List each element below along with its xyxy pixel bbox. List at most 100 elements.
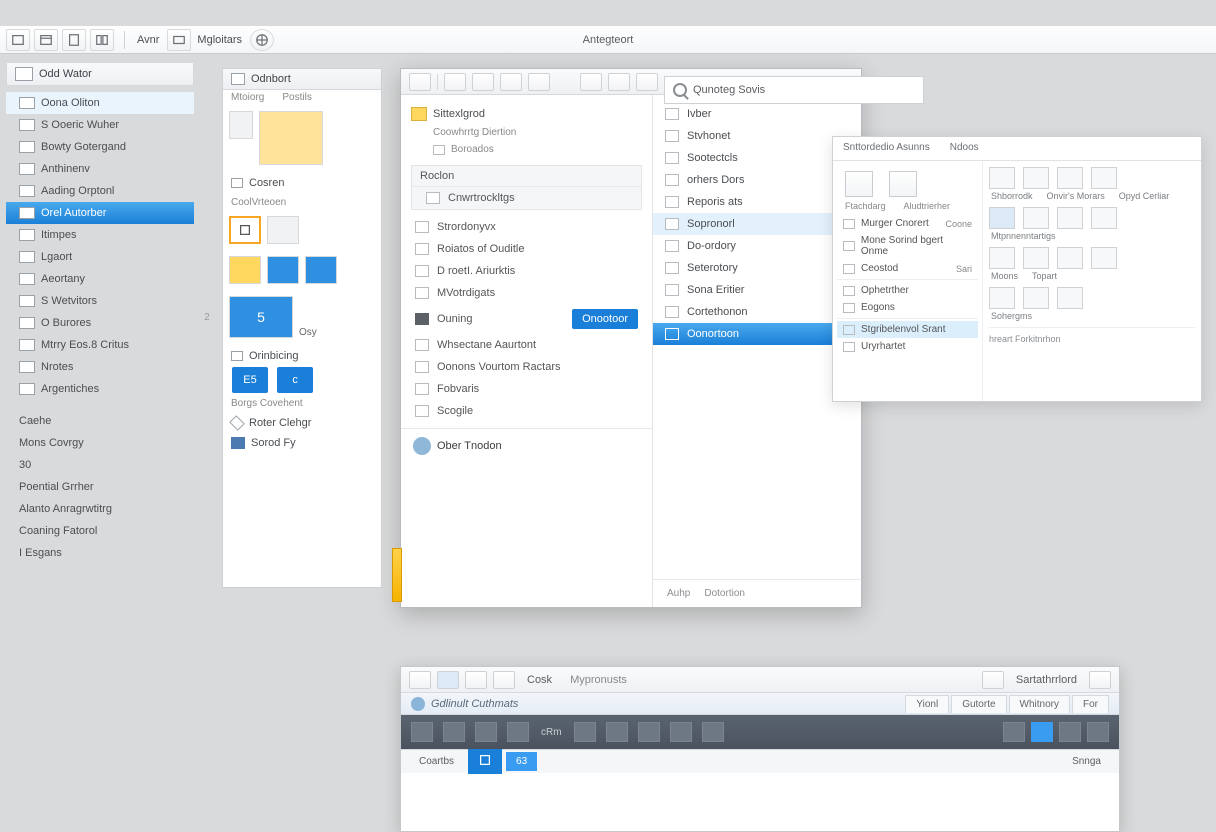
menubar-label-2[interactable]: Mgloitars — [197, 34, 242, 46]
sidebar-item[interactable]: Mons Covrgy — [6, 432, 194, 454]
ribbon-item[interactable] — [1091, 207, 1117, 229]
menubar-btn-3[interactable] — [62, 29, 86, 51]
ribbon-icon[interactable] — [574, 722, 596, 742]
tool-btn[interactable] — [1089, 671, 1111, 689]
sidebar-item[interactable]: I Esgans — [6, 542, 194, 564]
ribbon-item[interactable] — [989, 207, 1015, 229]
gallery-tile[interactable] — [267, 216, 299, 244]
sidebar-item[interactable]: Anthinenv — [6, 158, 194, 180]
dialog-nav-row[interactable]: Oonortoon — [653, 323, 861, 345]
ribbon-item[interactable] — [1057, 287, 1083, 309]
ribbon-item[interactable] — [1091, 247, 1117, 269]
dialog-option-row[interactable]: Roiatos of Ouditle — [401, 238, 652, 260]
ribbon-big-btn[interactable] — [845, 171, 873, 197]
dialog-user-row[interactable]: Ober Tnodon — [401, 428, 652, 463]
dialog-nav-row[interactable]: Ivber — [653, 103, 861, 125]
gallery-big-tile[interactable]: 5 — [229, 296, 293, 338]
ribbon-big-btn[interactable] — [889, 171, 917, 197]
tool-btn[interactable] — [465, 671, 487, 689]
ribbon-line[interactable]: Murger CnorertCoone — [837, 215, 978, 232]
sidebar-item[interactable]: S Wetvitors — [6, 290, 194, 312]
gallery-subtab-2[interactable]: Postils — [282, 92, 311, 103]
sidebar-item[interactable]: Orel Autorber — [6, 202, 194, 224]
dialog-option-row[interactable]: Whsectane Aaurtont — [401, 334, 652, 356]
ribbon-item[interactable] — [1057, 247, 1083, 269]
sidebar-item[interactable]: Lgaort — [6, 246, 194, 268]
ribbon-tab[interactable]: Ndoos — [940, 137, 989, 160]
win-tab[interactable]: Yionl — [905, 695, 949, 713]
ribbon-icon[interactable] — [606, 722, 628, 742]
menubar-btn-2[interactable] — [34, 29, 58, 51]
sidebar-item[interactable]: Aeortany — [6, 268, 194, 290]
sidebar-item[interactable]: O Burores — [6, 312, 194, 334]
gallery-pill[interactable]: c — [277, 367, 313, 393]
ribbon-icon-active[interactable] — [1031, 722, 1053, 742]
ribbon-line[interactable]: Ophetrther — [837, 282, 978, 299]
dialog-tool-btn[interactable] — [472, 73, 494, 91]
ribbon-item[interactable] — [989, 247, 1015, 269]
sidebar-item[interactable]: Mtrry Eos.8 Critus — [6, 334, 194, 356]
ribbon-item[interactable] — [1023, 167, 1049, 189]
tool-btn[interactable] — [982, 671, 1004, 689]
tool-btn[interactable] — [409, 671, 431, 689]
dialog-tool-btn[interactable] — [500, 73, 522, 91]
strip-tab[interactable]: Coartbs — [409, 752, 464, 771]
gallery-subtab-1[interactable]: Mtoiorg — [231, 92, 264, 103]
globe-icon[interactable] — [250, 29, 274, 51]
ribbon-item[interactable] — [1057, 167, 1083, 189]
ribbon-item[interactable] — [1023, 247, 1049, 269]
ribbon-item[interactable] — [1023, 287, 1049, 309]
dialog-nav-row[interactable]: Sopronorl — [653, 213, 861, 235]
ribbon-icon[interactable] — [1003, 722, 1025, 742]
resize-handle[interactable] — [392, 548, 402, 602]
search-tab[interactable]: Qunoteg Sovis — [664, 76, 924, 104]
ribbon-icon[interactable] — [443, 722, 465, 742]
ribbon-item[interactable] — [989, 287, 1015, 309]
ribbon-line[interactable]: Uryrhartet — [837, 338, 978, 355]
gallery-tile-selected[interactable] — [229, 216, 261, 244]
ribbon-tab[interactable]: Snttordedio Asunns — [833, 137, 940, 160]
sidebar-item[interactable]: Itimpes — [6, 224, 194, 246]
dialog-nav-row[interactable]: Reporis ats — [653, 191, 861, 213]
sidebar-item[interactable]: Argentiches — [6, 378, 194, 400]
sidebar-item[interactable]: 30 — [6, 454, 194, 476]
menubar-btn-5[interactable] — [167, 29, 191, 51]
dialog-tool-btn[interactable] — [580, 73, 602, 91]
sidebar-item[interactable]: Nrotes — [6, 356, 194, 378]
ribbon-icon[interactable] — [638, 722, 660, 742]
sidebar-item[interactable]: Coaning Fatorol — [6, 520, 194, 542]
ribbon-line[interactable]: CeostodSari — [837, 260, 978, 277]
dialog-tool-btn[interactable] — [444, 73, 466, 91]
tool-btn[interactable] — [437, 671, 459, 689]
ribbon-icon[interactable] — [475, 722, 497, 742]
gallery-pill[interactable]: E5 — [232, 367, 268, 393]
primary-button[interactable]: Onootoor — [572, 309, 638, 329]
dialog-nav-row[interactable]: Stvhonet — [653, 125, 861, 147]
dialog-nav-row[interactable]: Sootectcls — [653, 147, 861, 169]
dialog-option-row[interactable]: OuningOnootoor — [401, 304, 652, 334]
dialog-nav-row[interactable]: Do-ordory — [653, 235, 861, 257]
menubar-label-1[interactable]: Avnr — [137, 34, 159, 46]
ribbon-icon[interactable] — [670, 722, 692, 742]
dialog-option-row[interactable]: Strordonyvx — [401, 216, 652, 238]
ribbon-icon[interactable] — [411, 722, 433, 742]
ribbon-line[interactable]: Mone Sorind bgert Onme — [837, 232, 978, 260]
gallery-title[interactable]: Odnbort — [223, 69, 381, 90]
ribbon-icon[interactable] — [1059, 722, 1081, 742]
ribbon-line[interactable]: Stgribelenvol Srant — [837, 321, 978, 338]
dialog-tool-btn[interactable] — [409, 73, 431, 91]
sidebar-item[interactable]: Caehe — [6, 410, 194, 432]
menubar-btn-4[interactable] — [90, 29, 114, 51]
dialog-nav-row[interactable]: orhers Dors — [653, 169, 861, 191]
win-tab[interactable]: Gutorte — [951, 695, 1006, 713]
menubar-btn-1[interactable] — [6, 29, 30, 51]
sidebar-item[interactable]: Alanto Anragrwtitrg — [6, 498, 194, 520]
ribbon-icon[interactable] — [702, 722, 724, 742]
gallery-folder-tile[interactable] — [259, 111, 323, 165]
dialog-option-row[interactable]: D roetI. Ariurktis — [401, 260, 652, 282]
dialog-category-item[interactable]: Cnwrtrockltgs — [412, 187, 641, 209]
sidebar-header[interactable]: Odd Wator — [6, 62, 194, 86]
strip-tab[interactable]: Snnga — [1062, 752, 1111, 771]
sidebar-item[interactable]: Bowty Gotergand — [6, 136, 194, 158]
dialog-option-row[interactable]: MVotrdigats — [401, 282, 652, 304]
